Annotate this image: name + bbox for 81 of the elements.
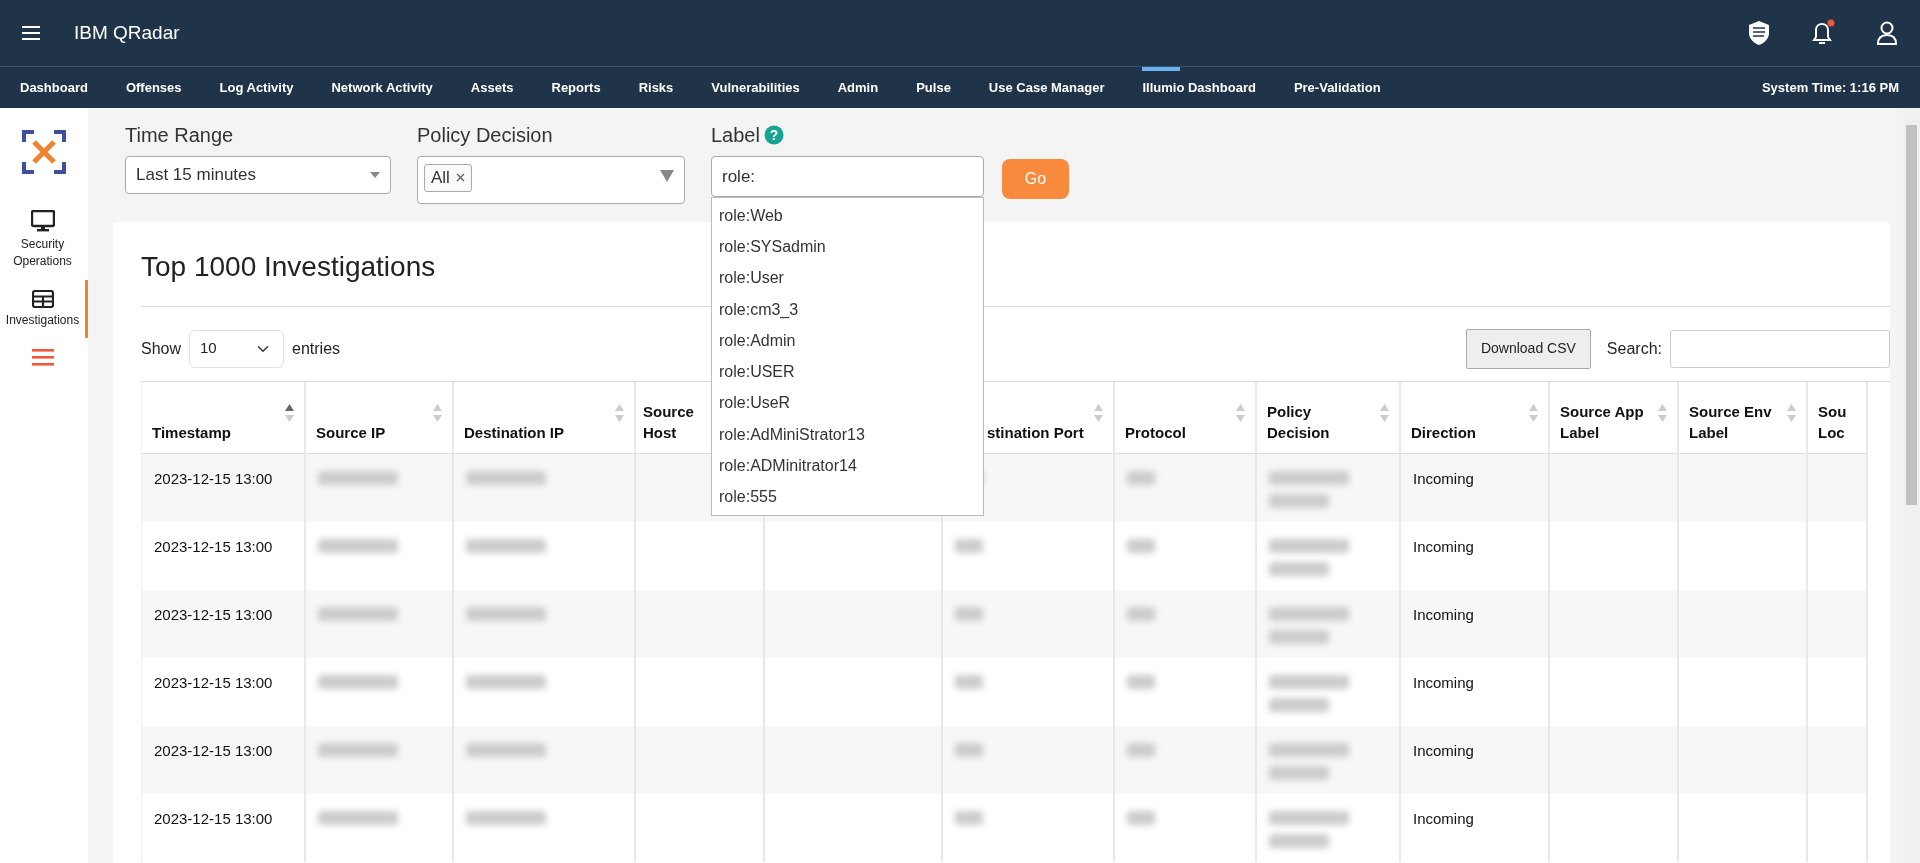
table-icon — [31, 289, 54, 308]
filter-tag[interactable]: All — [424, 164, 472, 192]
nav-tab[interactable]: Offenses — [106, 67, 201, 108]
nav-tab[interactable]: Dashboard — [1, 67, 107, 108]
suggestion-item[interactable]: role:Web — [712, 200, 983, 232]
monitor-icon — [30, 210, 55, 232]
show-label: Show — [141, 338, 182, 359]
search-label: Search: — [1606, 338, 1662, 359]
nav-tab[interactable]: Risks — [619, 67, 693, 108]
redacted-value — [1269, 630, 1329, 645]
field-label: Time Range — [125, 123, 234, 148]
system-time: System Time: 1:16 PM — [1761, 78, 1900, 97]
column-header: Source IP — [316, 424, 386, 442]
nav-tab[interactable]: Log Activity — [200, 67, 313, 108]
suggestion-item[interactable]: role:User — [712, 262, 983, 294]
redacted-value — [1269, 834, 1329, 849]
column-header: Protocol — [1125, 424, 1186, 442]
table-cell: Incoming — [1413, 674, 1474, 692]
menu-icon[interactable] — [22, 26, 40, 40]
table-cell: 2023-12-15 13:00 — [154, 810, 273, 828]
suggestion-item[interactable]: role:cm3_3 — [712, 293, 983, 326]
suggestion-item[interactable]: role:AdMiniStrator13 — [712, 419, 983, 451]
app-title: IBM QRadar — [74, 20, 180, 45]
nav-tab[interactable]: Use Case Manager — [969, 67, 1124, 108]
nav-tab[interactable]: Pulse — [897, 67, 970, 108]
suggestion-item[interactable]: role:SYSadmin — [712, 231, 983, 263]
table-cell: Incoming — [1413, 470, 1474, 488]
shield-icon[interactable] — [1748, 20, 1770, 46]
nav-tab[interactable]: Network Activity — [312, 67, 452, 108]
field-label: Label — [711, 123, 760, 148]
logo-icon — [20, 128, 68, 176]
suggestion-item[interactable]: role:ADMinitrator14 — [712, 450, 983, 482]
table-cell: 2023-12-15 13:00 — [154, 742, 273, 760]
column-header: Timestamp — [152, 424, 231, 442]
redacted-value — [1269, 562, 1329, 577]
time-range-select[interactable]: Last 15 minutes — [125, 156, 391, 194]
dropdown-caret-icon — [370, 172, 380, 178]
scrollbar[interactable] — [1903, 108, 1920, 863]
nav-tab[interactable]: Vulnerabilities — [692, 67, 819, 108]
nav-tab[interactable]: Admin — [818, 67, 898, 108]
column-header: Direction — [1411, 424, 1476, 442]
table-cell: Incoming — [1413, 606, 1474, 624]
table-cell: Incoming — [1413, 742, 1474, 760]
redacted-value — [1269, 494, 1329, 509]
nav-tab[interactable]: Illumio Dashboard — [1123, 67, 1275, 108]
suggestion-item[interactable]: role:Admin — [712, 325, 983, 357]
column-header: Policy Decision — [1267, 403, 1330, 442]
policy-decision-select[interactable]: All — [417, 156, 685, 204]
card-title: Top 1000 Investigations — [141, 250, 436, 284]
nav-tab[interactable]: Pre-Validation — [1274, 67, 1400, 108]
redacted-value — [1269, 766, 1329, 781]
column-header: Source Host — [643, 403, 694, 442]
dropdown-caret-icon — [660, 170, 674, 182]
nav-tab[interactable]: Assets — [451, 67, 533, 108]
table-cell: Incoming — [1413, 810, 1474, 828]
column-header: Source App Label — [1560, 403, 1644, 442]
notification-bell-icon[interactable] — [1810, 19, 1836, 47]
table-cell: Incoming — [1413, 538, 1474, 556]
page-size-select[interactable]: 10 — [189, 329, 285, 368]
table-cell: 2023-12-15 13:00 — [154, 470, 273, 488]
search-field[interactable] — [1670, 329, 1890, 368]
column-header: Sou Loc — [1818, 403, 1847, 442]
column-header: Source Env Label — [1689, 403, 1772, 442]
table-cell: 2023-12-15 13:00 — [154, 674, 273, 692]
user-icon[interactable] — [1876, 21, 1898, 45]
sidebar-item[interactable]: Security Operations — [0, 200, 88, 280]
label-input[interactable]: role: — [711, 156, 984, 197]
suggestion-item[interactable]: role:555 — [712, 481, 983, 513]
suggestion-item[interactable]: role:USER — [712, 356, 983, 388]
column-header: stination Port — [987, 424, 1084, 442]
sort-icon[interactable] — [285, 403, 294, 422]
redacted-value — [1269, 698, 1329, 713]
table-cell: 2023-12-15 13:00 — [154, 538, 273, 556]
remove-icon[interactable] — [455, 173, 465, 183]
suggestion-item[interactable]: role:UseR — [712, 387, 983, 420]
download-csv-button[interactable]: Download CSV — [1465, 328, 1591, 369]
field-label: Policy Decision — [417, 123, 553, 148]
nav-tab[interactable]: Reports — [532, 67, 620, 108]
table-cell: 2023-12-15 13:00 — [154, 606, 273, 624]
column-header: Destination IP — [464, 424, 564, 442]
entries-label: entries — [292, 338, 341, 359]
